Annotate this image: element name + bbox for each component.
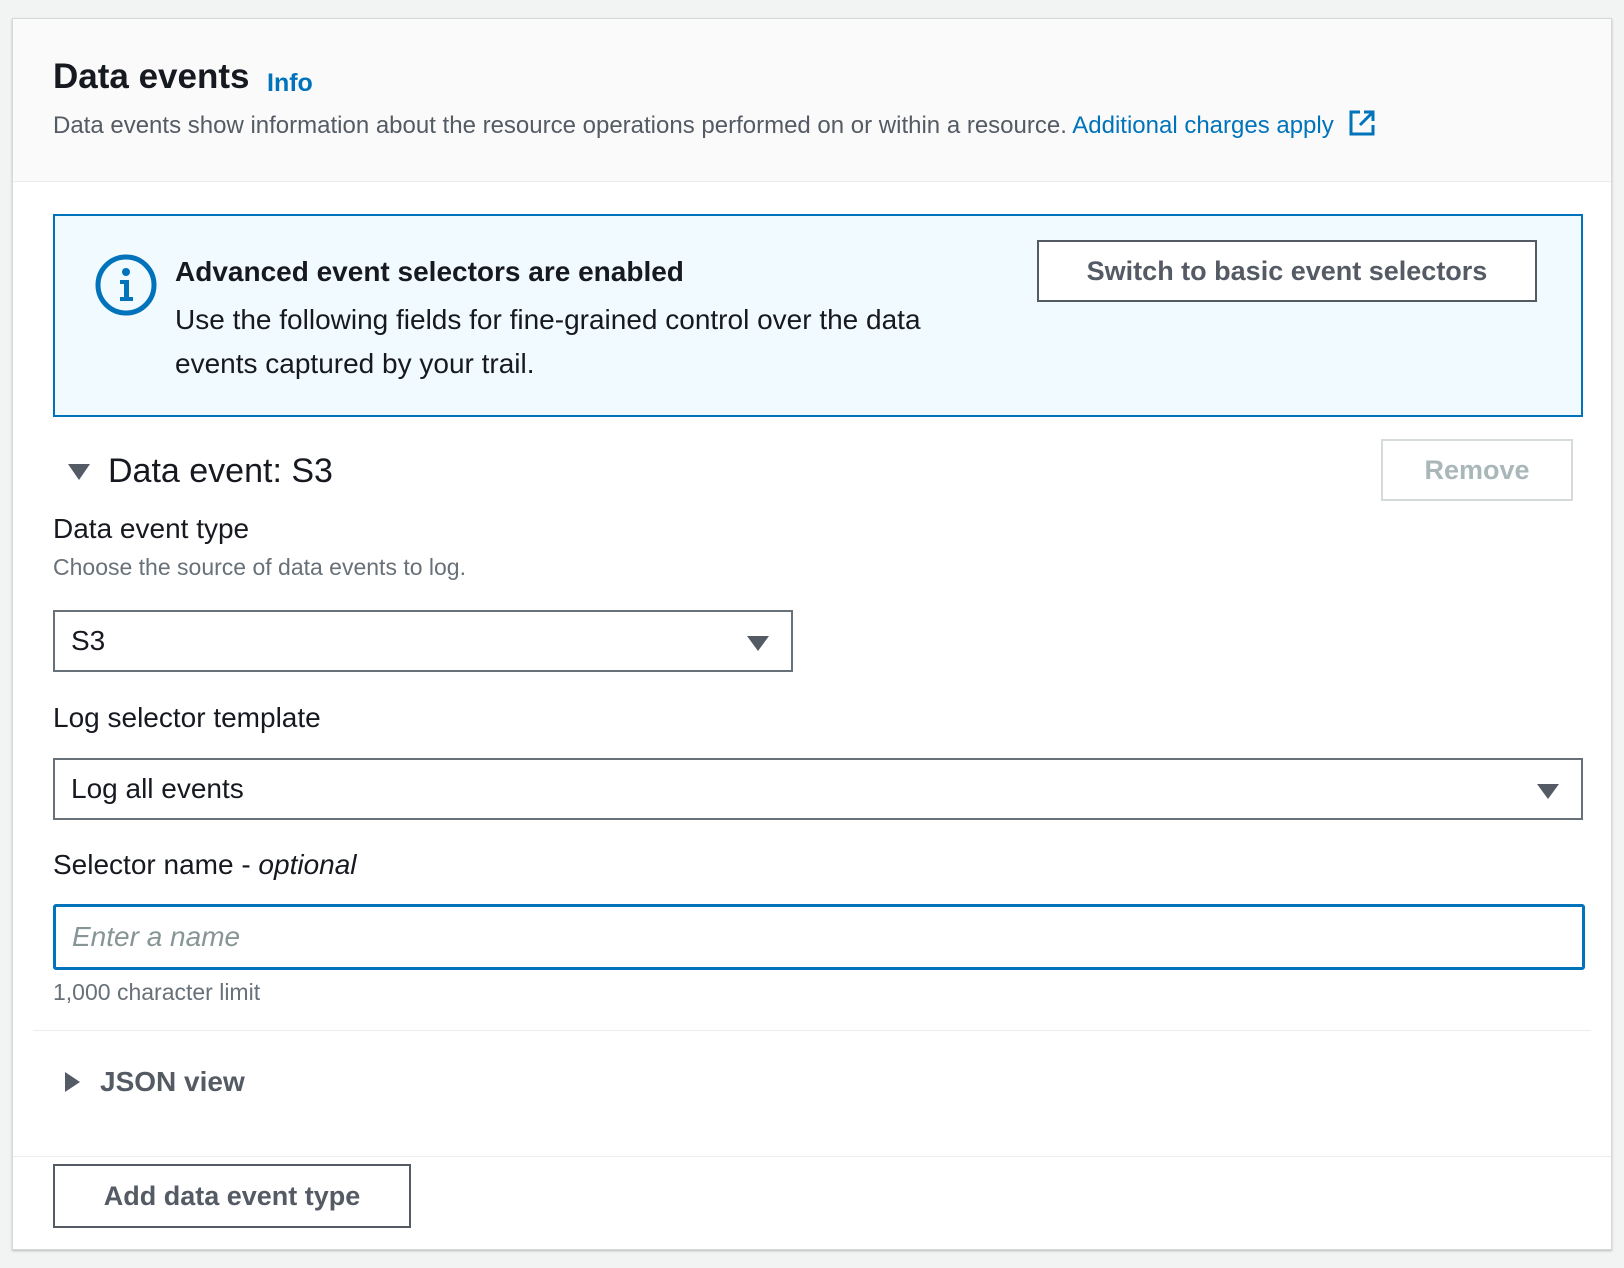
data-event-type-label: Data event type [53,513,250,544]
caret-down-icon [68,463,90,480]
log-selector-template-value: Log all events [71,773,244,804]
divider [33,1030,1591,1031]
log-selector-template-label: Log selector template [53,702,321,733]
data-event-type-hint: Choose the source of data events to log. [53,554,466,580]
switch-to-basic-button[interactable]: Switch to basic event selectors [1037,240,1537,302]
external-link-icon [1349,110,1375,136]
panel-description: Data events show information about the r… [53,109,1376,140]
data-event-type-select[interactable]: S3 [53,610,793,672]
info-alert: Advanced event selectors are enabled Use… [53,214,1583,417]
data-event-expander[interactable]: Data event: S3 [68,452,333,491]
data-event-title: Data event: S3 [108,452,333,490]
page-title: Data events [53,57,250,96]
info-link[interactable]: Info [267,69,313,98]
additional-charges-link[interactable]: Additional charges apply [1072,110,1376,139]
selector-name-label: Selector name - optional [53,849,357,881]
data-events-panel: Data events Info Data events show inform… [12,18,1612,1250]
json-view-label: JSON view [100,1066,245,1097]
character-limit-hint: 1,000 character limit [53,979,261,1005]
alert-body: Use the following fields for fine-graine… [175,304,921,379]
caret-right-icon [65,1072,80,1092]
remove-button[interactable]: Remove [1381,439,1573,501]
footer-divider [13,1156,1611,1157]
additional-charges-label: Additional charges apply [1072,112,1334,139]
info-circle-icon [95,254,157,316]
selector-name-input[interactable] [53,904,1585,970]
selector-name-label-text: Selector name - [53,849,259,880]
json-view-expander[interactable]: JSON view [65,1066,245,1098]
log-selector-template-select[interactable]: Log all events [53,758,1583,820]
description-text: Data events show information about the r… [53,112,1067,139]
dropdown-caret-icon [747,636,769,651]
panel-header: Data events Info Data events show inform… [13,19,1611,182]
optional-label: optional [258,849,357,880]
alert-title: Advanced event selectors are enabled [175,256,684,287]
add-data-event-type-button[interactable]: Add data event type [53,1164,411,1228]
data-event-type-value: S3 [71,625,106,656]
dropdown-caret-icon [1537,784,1559,799]
